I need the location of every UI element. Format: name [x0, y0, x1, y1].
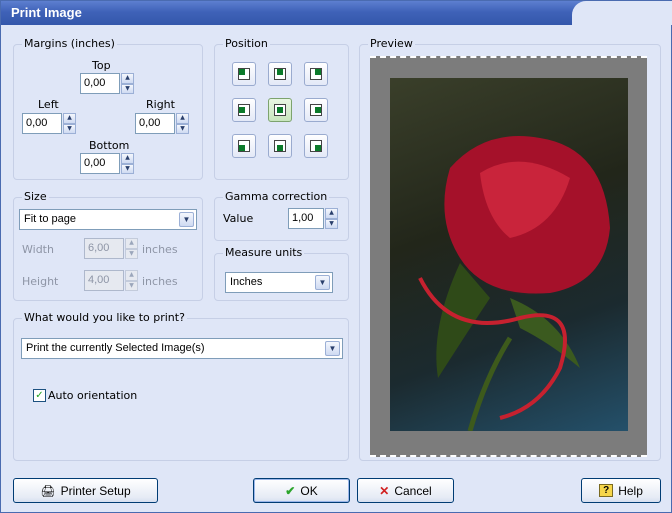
size-mode-select[interactable]: Fit to page ▼ — [19, 209, 197, 230]
width-input[interactable]: 6,00 — [84, 238, 124, 259]
height-spinner[interactable]: 4,00 ▲ ▼ — [84, 270, 138, 291]
auto-orientation-checkbox[interactable]: ✓ — [33, 389, 46, 402]
width-unit-label: inches — [142, 243, 178, 256]
spin-down-icon[interactable]: ▼ — [325, 218, 338, 229]
cancel-label: Cancel — [394, 483, 432, 498]
help-button[interactable]: ? Help — [581, 478, 661, 503]
position-bottom-right-icon — [315, 145, 321, 151]
measure-units-select[interactable]: Inches ▼ — [225, 272, 333, 293]
print-image-dialog: Print Image Margins (inches) Top 0,00 ▲ ▼… — [0, 0, 672, 513]
title-bar-corner — [572, 1, 672, 25]
position-bottom-center-button[interactable] — [268, 134, 292, 158]
print-what-select[interactable]: Print the currently Selected Image(s) ▼ — [21, 338, 343, 359]
size-mode-value: Fit to page — [24, 213, 76, 225]
ok-button[interactable]: ✔ OK — [253, 478, 350, 503]
spin-up-icon[interactable]: ▲ — [176, 113, 189, 124]
spin-up-icon[interactable]: ▲ — [121, 153, 134, 164]
cancel-button[interactable]: ✕ Cancel — [357, 478, 454, 503]
position-middle-left-button[interactable] — [232, 98, 256, 122]
gamma-value-label: Value — [223, 212, 254, 225]
help-label: Help — [618, 483, 643, 498]
position-top-center-icon — [277, 69, 283, 75]
print-what-value: Print the currently Selected Image(s) — [26, 342, 205, 354]
printer-setup-button[interactable]: 🖨 Printer Setup — [13, 478, 158, 503]
margin-left-spinner[interactable]: 0,00 ▲ ▼ — [22, 113, 76, 134]
spin-up-icon[interactable]: ▲ — [325, 208, 338, 219]
margin-top-label: Top — [92, 59, 111, 72]
width-label: Width — [22, 243, 54, 256]
chevron-down-icon[interactable]: ▼ — [315, 275, 330, 290]
margin-right-label: Right — [146, 98, 175, 111]
measure-units-group-label: Measure units — [223, 246, 305, 259]
position-top-right-icon — [315, 69, 321, 75]
size-group-label: Size — [22, 190, 49, 203]
position-top-center-button[interactable] — [268, 62, 292, 86]
spin-down-icon[interactable]: ▼ — [121, 83, 134, 94]
spin-down-icon[interactable]: ▼ — [121, 163, 134, 174]
gamma-input[interactable]: 1,00 — [288, 208, 324, 229]
spin-up-icon[interactable]: ▲ — [63, 113, 76, 124]
print-what-group-label: What would you like to print? — [22, 311, 187, 324]
position-bottom-center-icon — [277, 145, 283, 151]
spin-down-icon[interactable]: ▼ — [125, 280, 138, 291]
margin-left-input[interactable]: 0,00 — [22, 113, 62, 134]
help-icon: ? — [599, 484, 614, 497]
margins-group-label: Margins (inches) — [22, 37, 117, 50]
spin-up-icon[interactable]: ▲ — [125, 270, 138, 281]
position-middle-left-icon — [239, 107, 245, 113]
height-label: Height — [22, 275, 59, 288]
position-center-icon — [277, 107, 283, 113]
position-bottom-left-icon — [239, 145, 245, 151]
preview-image — [390, 78, 628, 432]
position-top-left-icon — [239, 69, 245, 75]
spin-down-icon[interactable]: ▼ — [63, 123, 76, 134]
position-middle-right-button[interactable] — [304, 98, 328, 122]
width-spinner[interactable]: 6,00 ▲ ▼ — [84, 238, 138, 259]
position-middle-right-icon — [315, 107, 321, 113]
ok-label: OK — [300, 483, 318, 498]
position-top-right-button[interactable] — [304, 62, 328, 86]
printer-icon: 🖨 — [40, 483, 56, 498]
position-center-button[interactable] — [268, 98, 292, 122]
spin-up-icon[interactable]: ▲ — [121, 73, 134, 84]
chevron-down-icon[interactable]: ▼ — [325, 341, 340, 356]
measure-units-value: Inches — [230, 276, 263, 288]
margin-bottom-label: Bottom — [89, 139, 130, 152]
position-bottom-right-button[interactable] — [304, 134, 328, 158]
height-input[interactable]: 4,00 — [84, 270, 124, 291]
margin-top-input[interactable]: 0,00 — [80, 73, 120, 94]
margin-top-spinner[interactable]: 0,00 ▲ ▼ — [80, 73, 134, 94]
preview-group-label: Preview — [368, 37, 415, 50]
chevron-down-icon[interactable]: ▼ — [179, 212, 194, 227]
margin-right-spinner[interactable]: 0,00 ▲ ▼ — [135, 113, 189, 134]
position-group-label: Position — [223, 37, 270, 50]
title-bar[interactable]: Print Image — [1, 1, 672, 25]
auto-orientation-label[interactable]: Auto orientation — [48, 389, 137, 402]
margin-right-input[interactable]: 0,00 — [135, 113, 175, 134]
gamma-spinner[interactable]: 1,00 ▲ ▼ — [288, 208, 338, 229]
printer-setup-label: Printer Setup — [60, 483, 131, 498]
height-unit-label: inches — [142, 275, 178, 288]
gamma-group-label: Gamma correction — [223, 190, 330, 203]
margin-left-label: Left — [38, 98, 59, 111]
checkmark-icon: ✔ — [285, 483, 296, 498]
spin-down-icon[interactable]: ▼ — [125, 248, 138, 259]
spin-down-icon[interactable]: ▼ — [176, 123, 189, 134]
rose-photo-icon — [418, 136, 610, 432]
window-title: Print Image — [11, 5, 82, 20]
position-bottom-left-button[interactable] — [232, 134, 256, 158]
position-top-left-button[interactable] — [232, 62, 256, 86]
spin-up-icon[interactable]: ▲ — [125, 238, 138, 249]
margin-bottom-spinner[interactable]: 0,00 ▲ ▼ — [80, 153, 134, 174]
close-icon: ✕ — [379, 483, 390, 498]
margin-bottom-input[interactable]: 0,00 — [80, 153, 120, 174]
